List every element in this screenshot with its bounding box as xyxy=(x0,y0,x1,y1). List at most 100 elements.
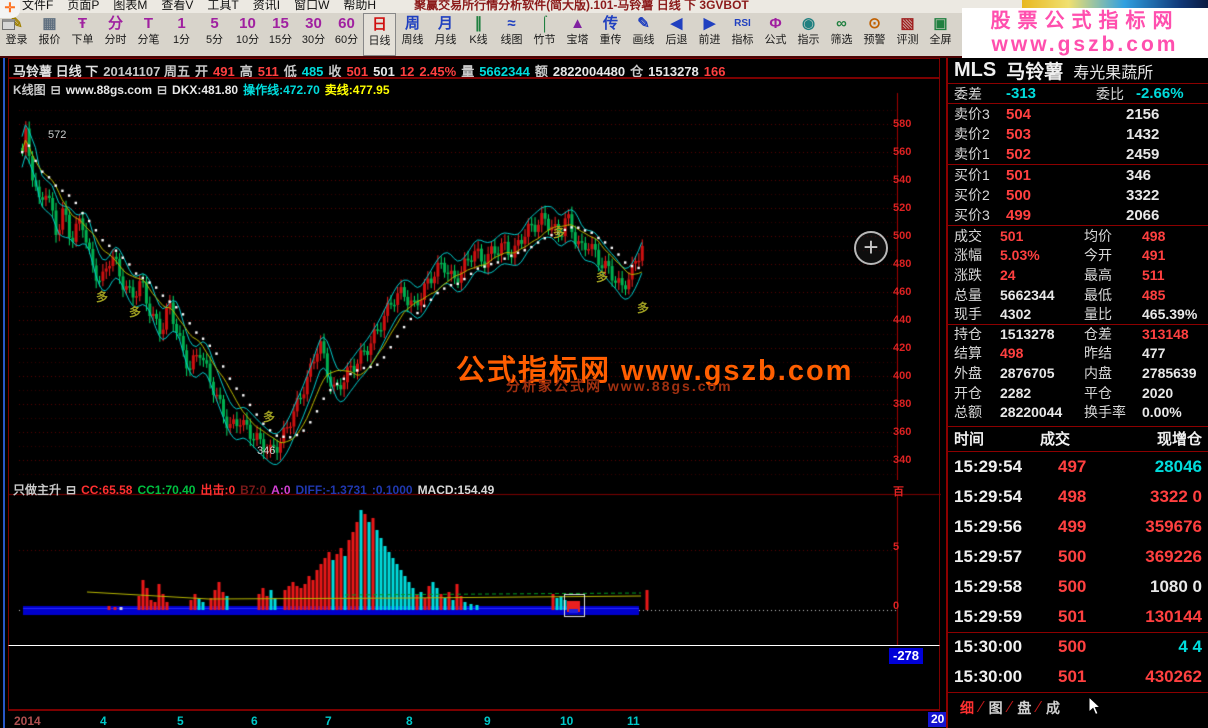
tape-row[interactable]: 15:29:59 501 130144 xyxy=(948,602,1208,632)
toolbar-button-竹节[interactable]: ⌠ 竹节 xyxy=(528,13,561,56)
level-qty: 2156 xyxy=(1126,105,1160,123)
zoom-plus-icon[interactable]: + xyxy=(854,231,888,265)
toolbar-button-月线[interactable]: 月月线 xyxy=(429,13,462,56)
text-segment: www.88gs.com xyxy=(65,83,152,97)
tab-盘[interactable]: 盘 xyxy=(1011,698,1037,718)
toolbar-button-画线[interactable]: ✎ 画线 xyxy=(627,13,660,56)
toolbar-button-指示[interactable]: ◉ 指示 xyxy=(792,13,825,56)
stat-label: 成交 xyxy=(954,227,982,244)
tape-time: 15:29:59 xyxy=(954,606,1023,626)
stat-value: 2785639 xyxy=(1142,364,1197,381)
bid-row[interactable]: 买价1 501 346 xyxy=(948,165,1208,185)
toolbar-button-重传[interactable]: 传重传 xyxy=(594,13,627,56)
text-segment: 491 xyxy=(213,64,235,78)
tape-price: 498 xyxy=(1058,486,1087,506)
toolbar-button-1分[interactable]: 1 1分 xyxy=(165,13,198,56)
ask-row[interactable]: 卖价1 502 2459 xyxy=(948,144,1208,164)
tape-row[interactable]: 15:29:58 500 1080 0 xyxy=(948,572,1208,602)
price-tick-label: 540 xyxy=(893,174,912,186)
bid-row[interactable]: 买价2 500 3322 xyxy=(948,185,1208,205)
toolbar-button-指标[interactable]: RSI 指标 xyxy=(726,13,759,56)
menu-item-2[interactable]: 图表M xyxy=(113,0,147,13)
ask-row[interactable]: 卖价2 503 1432 xyxy=(948,124,1208,144)
tab-成[interactable]: 成 xyxy=(1040,698,1066,718)
menu-item-3[interactable]: 查看V xyxy=(161,0,193,13)
quote-panel: MLS 马铃薯 寿光果蔬所 委差 -313 委比 -2.66% 卖价3 504 21… xyxy=(946,58,1208,728)
tape-row[interactable]: 15:29:57 500 369226 xyxy=(948,542,1208,572)
kline-canvas[interactable] xyxy=(9,79,941,481)
bid-row[interactable]: 买价3 499 2066 xyxy=(948,205,1208,225)
toolbar-button-报价[interactable]: ▦ 报价 xyxy=(33,13,66,56)
toolbar-button-线图[interactable]: ≈ 线图 xyxy=(495,13,528,56)
stat-label: 今开 xyxy=(1084,247,1112,264)
toolbar-button-评测[interactable]: ▧ 评测 xyxy=(891,13,924,56)
indicator-pane[interactable]: 只做主升 ⊟ CC:65.58 CC1:70.40 出击:0 B7:0 A:0 DIFF:-1… xyxy=(8,480,941,645)
toolbar-button-日线[interactable]: 日日线 xyxy=(363,13,396,56)
toolbar-button-公式[interactable]: Φ 公式 xyxy=(759,13,792,56)
toolbar-label: 公式 xyxy=(764,34,787,46)
menu-item-4[interactable]: 工具T xyxy=(207,0,238,13)
tape-row[interactable]: 15:29:54 498 3322 0 xyxy=(948,482,1208,512)
toolbar-button-前进[interactable]: ▶ 前进 xyxy=(693,13,726,56)
toolbar-button-下单[interactable]: Ŧ 下单 xyxy=(66,13,99,56)
price-tick-label: 520 xyxy=(893,202,912,214)
toolbar-button-30分[interactable]: 30 30分 xyxy=(297,13,330,56)
toolbar-button-筛选[interactable]: ∞ 筛选 xyxy=(825,13,858,56)
level-qty: 2459 xyxy=(1126,145,1160,163)
toolbar-button-5分[interactable]: 5 5分 xyxy=(198,13,231,56)
tab-细[interactable]: 细 xyxy=(954,698,980,718)
toolbar-button-周线[interactable]: 周周线 xyxy=(396,13,429,56)
menu-item-6[interactable]: 窗口W xyxy=(294,0,329,13)
toolbar-button-预警[interactable]: ⊙ 预警 xyxy=(858,13,891,56)
menu-item-0[interactable]: 文件F xyxy=(22,0,53,13)
toolbar-label: 分时 xyxy=(104,34,127,46)
toolbar-button-分笔[interactable]: T 分笔 xyxy=(132,13,165,56)
price-tick-label: 580 xyxy=(893,118,912,130)
signal-icon: ◉ xyxy=(801,15,816,32)
indicator-canvas[interactable] xyxy=(9,480,941,645)
stat-value: 28220044 xyxy=(1000,404,1063,421)
symbol-title-row: MLS 马铃薯 寿光果蔬所 xyxy=(948,58,1208,84)
toolbar-button-宝塔[interactable]: ▲ 宝塔 xyxy=(561,13,594,56)
stat-value: 2876705 xyxy=(1000,364,1055,381)
toolbar-button-60分[interactable]: 60 60分 xyxy=(330,13,363,56)
toolbar-button-15分[interactable]: 15 15分 xyxy=(264,13,297,56)
level-label: 卖价2 xyxy=(954,126,990,142)
stat-row: 涨跌 24 最高 511 xyxy=(948,265,1208,285)
tape-row[interactable]: 15:29:54 497 28046 xyxy=(948,452,1208,482)
move-crosshair-icon[interactable]: ✛ xyxy=(0,0,20,18)
stat-value: 5662344 xyxy=(1000,286,1055,303)
toolbar-label: 下单 xyxy=(71,34,94,46)
menu-item-1[interactable]: 页面P xyxy=(67,0,99,13)
ask-row[interactable]: 卖价3 504 2156 xyxy=(948,104,1208,124)
price-tick-label: 420 xyxy=(893,342,912,354)
text-segment: 额 xyxy=(534,64,548,78)
tape-row[interactable]: 15:30:00 500 4 4 xyxy=(948,631,1208,662)
empty-sub-pane[interactable]: -278 xyxy=(8,645,940,710)
date-label: 6 xyxy=(251,714,258,728)
toolbar-label: 10分 xyxy=(235,34,260,46)
stat-row: 总额 28220044 换手率 0.00% xyxy=(948,402,1208,422)
evaluate-icon: ▧ xyxy=(900,15,915,32)
toolbar-button-分时[interactable]: 分分时 xyxy=(99,13,132,56)
tape-row[interactable]: 15:29:56 499 359676 xyxy=(948,512,1208,542)
toolbar-button-10分[interactable]: 10 10分 xyxy=(231,13,264,56)
mini-window-icon[interactable] xyxy=(2,19,15,30)
toolbar-button-K线[interactable]: ∥ K线 xyxy=(462,13,495,56)
tab-图[interactable]: 图 xyxy=(983,698,1009,718)
level-label: 买价2 xyxy=(954,187,990,203)
tape-row[interactable]: 15:30:00 501 430262 xyxy=(948,662,1208,692)
toolbar-button-全屏[interactable]: ▣ 全屏 xyxy=(924,13,957,56)
tape-price: 501 xyxy=(1058,666,1087,686)
text-segment: 卖线:477.95 xyxy=(324,83,390,97)
tape-volume: 130144 xyxy=(1145,606,1202,626)
menu-item-7[interactable]: 帮助H xyxy=(343,0,376,13)
stat-label: 涨跌 xyxy=(954,266,982,283)
main-kline-pane[interactable]: K线图 ⊟ www.88gs.com ⊟ DKX:481.80 操作线:472.70 卖线:… xyxy=(8,78,941,481)
stat-label: 内盘 xyxy=(1084,364,1112,381)
level-price: 503 xyxy=(1006,125,1032,143)
menu-item-5[interactable]: 资讯I xyxy=(253,0,280,13)
weicha-weibi-row: 委差 -313 委比 -2.66% xyxy=(948,84,1208,104)
indicator-unit-label: 百 xyxy=(893,486,904,498)
toolbar-button-后退[interactable]: ◀ 后退 xyxy=(660,13,693,56)
